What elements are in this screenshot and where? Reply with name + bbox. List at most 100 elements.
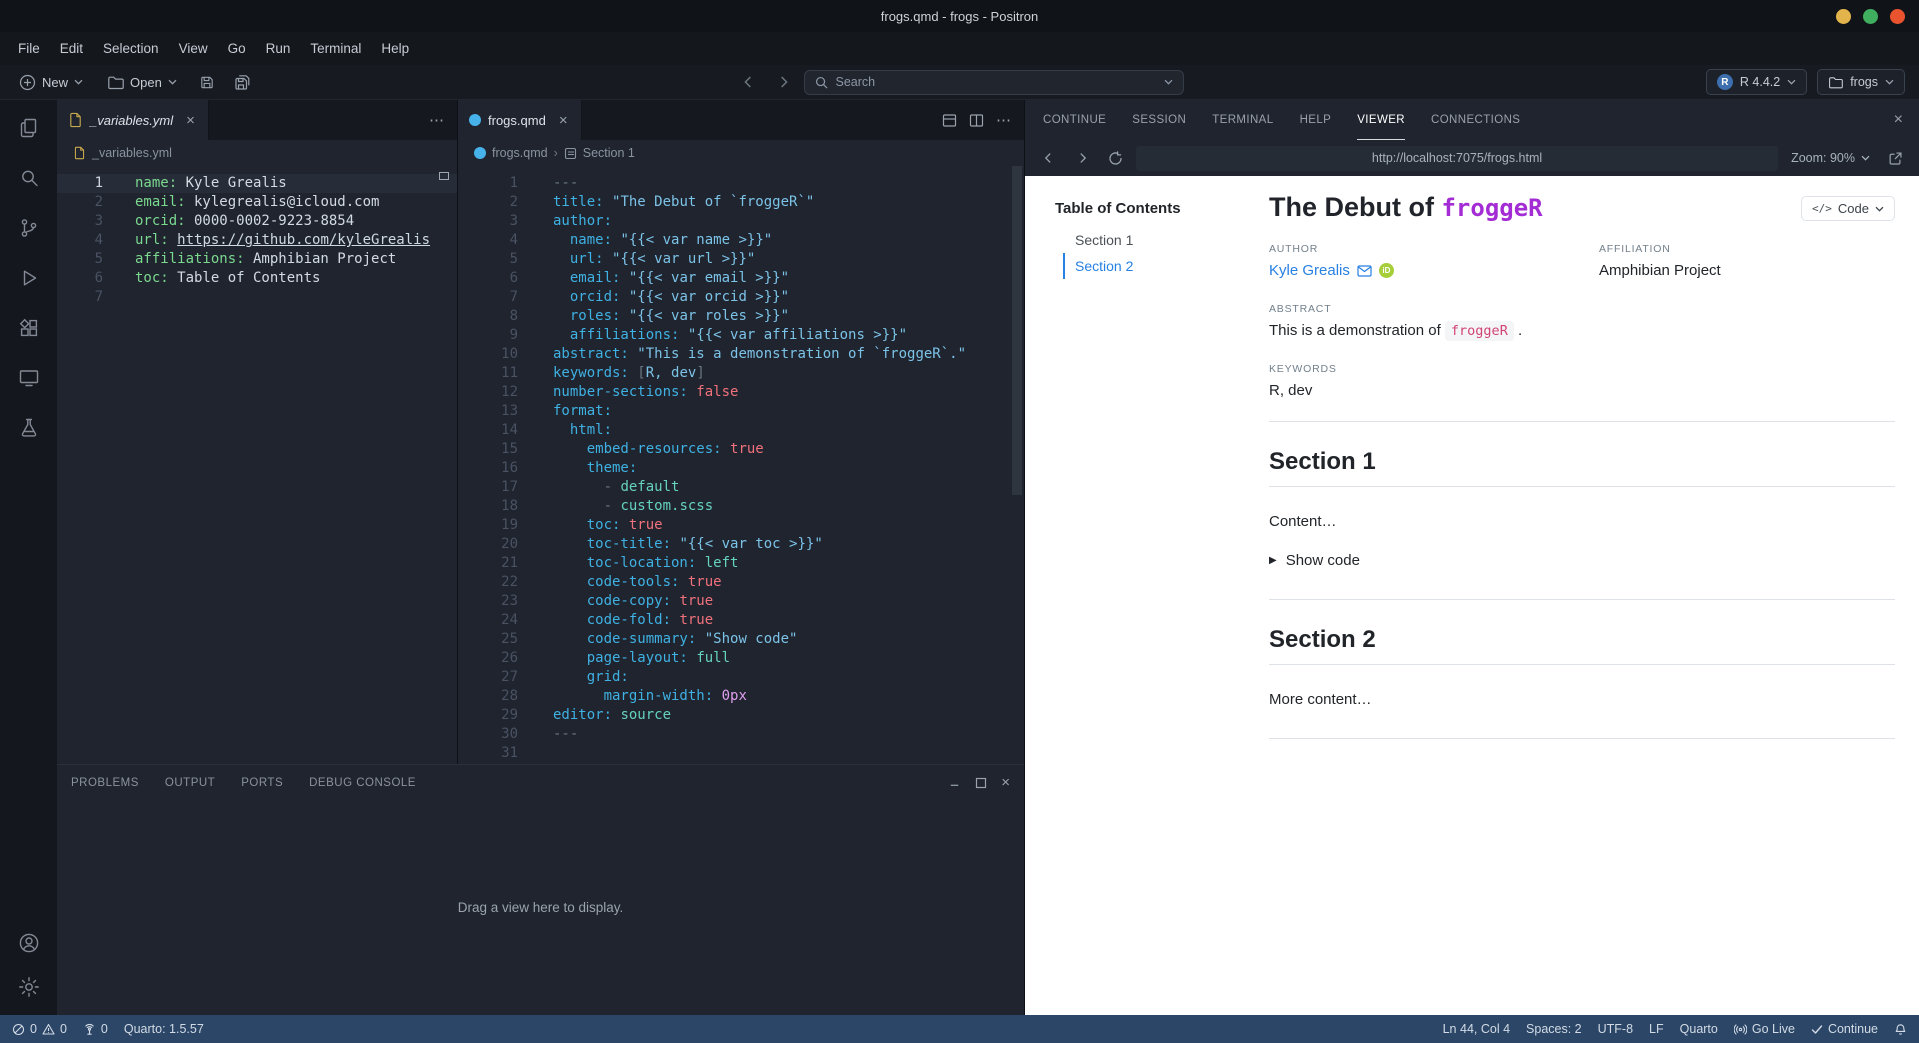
- more-actions-icon[interactable]: ⋯: [996, 111, 1012, 129]
- code-line[interactable]: 7: [57, 288, 457, 307]
- save-all-button[interactable]: [230, 69, 256, 95]
- notifications-bell-icon[interactable]: [1894, 1023, 1907, 1036]
- go-live-button[interactable]: Go Live: [1733, 1022, 1795, 1036]
- open-button[interactable]: Open: [100, 70, 184, 95]
- code-line[interactable]: 2 title: "The Debut of `froggeR`": [458, 193, 1024, 212]
- panel-minimize-icon[interactable]: [948, 776, 961, 789]
- panel-maximize-icon[interactable]: [975, 777, 987, 789]
- breadcrumb-file[interactable]: _variables.yml: [92, 146, 172, 160]
- code-line[interactable]: 3 orcid: 0000-0002-9223-8854: [57, 212, 457, 231]
- code-line[interactable]: 16 theme:: [458, 459, 1024, 478]
- yml-editor[interactable]: 1 name: Kyle Grealis 2 email: kylegrealis@i…: [57, 166, 457, 764]
- panel-tab-ports[interactable]: PORTS: [241, 777, 283, 789]
- code-line[interactable]: 28 margin-width: 0px: [458, 687, 1024, 706]
- code-line[interactable]: 4 url: https://github.com/kyleGrealis: [57, 231, 457, 250]
- code-line[interactable]: 19 toc: true: [458, 516, 1024, 535]
- code-line[interactable]: 4 name: "{{< var name >}}": [458, 231, 1024, 250]
- source-control-icon[interactable]: [15, 216, 43, 240]
- code-line[interactable]: 2 email: kylegrealis@icloud.com: [57, 193, 457, 212]
- editor-layout-icon[interactable]: [942, 113, 957, 128]
- zoom-selector[interactable]: Zoom: 90%: [1787, 151, 1874, 165]
- problems-indicator[interactable]: 0 0: [12, 1022, 67, 1036]
- eol-selector[interactable]: LF: [1649, 1022, 1664, 1036]
- tab-terminal[interactable]: TERMINAL: [1212, 100, 1273, 140]
- code-line[interactable]: 12 number-sections: false: [458, 383, 1024, 402]
- tab-frogs-qmd[interactable]: frogs.qmd ×: [458, 100, 582, 140]
- breadcrumb-section[interactable]: Section 1: [583, 146, 635, 160]
- tab-help[interactable]: HELP: [1300, 100, 1332, 140]
- code-line[interactable]: 1 name: Kyle Grealis: [57, 174, 457, 193]
- code-line[interactable]: 10 abstract: "This is a demonstration of …: [458, 345, 1024, 364]
- breadcrumb-file[interactable]: frogs.qmd: [492, 146, 548, 160]
- viewer-back-icon[interactable]: [1037, 146, 1061, 170]
- navigate-back-button[interactable]: [736, 69, 762, 95]
- cursor-position[interactable]: Ln 44, Col 4: [1443, 1022, 1510, 1036]
- account-icon[interactable]: [15, 931, 43, 955]
- close-tab-icon[interactable]: ×: [184, 112, 197, 129]
- open-external-icon[interactable]: [1883, 146, 1907, 170]
- maximize-button[interactable]: [1863, 8, 1878, 24]
- qmd-editor[interactable]: 1 --- 2 title: "The Debut of `froggeR`" 3 aut…: [458, 166, 1024, 764]
- code-line[interactable]: 30 ---: [458, 725, 1024, 744]
- menu-view[interactable]: View: [169, 36, 218, 61]
- interpreter-selector[interactable]: R R 4.4.2: [1705, 69, 1808, 95]
- menu-help[interactable]: Help: [371, 36, 419, 61]
- code-line[interactable]: 29 editor: source: [458, 706, 1024, 725]
- language-mode[interactable]: Quarto: [1680, 1022, 1718, 1036]
- search-icon[interactable]: [15, 166, 43, 190]
- url-field[interactable]: http://localhost:7075/frogs.html: [1136, 145, 1779, 171]
- minimize-button[interactable]: [1836, 8, 1851, 24]
- indentation[interactable]: Spaces: 2: [1526, 1022, 1582, 1036]
- menu-edit[interactable]: Edit: [50, 36, 93, 61]
- menu-selection[interactable]: Selection: [93, 36, 169, 61]
- panel-tab-output[interactable]: OUTPUT: [165, 777, 215, 789]
- code-line[interactable]: 3 author:: [458, 212, 1024, 231]
- code-line[interactable]: 6 email: "{{< var email >}}": [458, 269, 1024, 288]
- panel-tab-debug-console[interactable]: DEBUG CONSOLE: [309, 777, 416, 789]
- code-line[interactable]: 31: [458, 744, 1024, 763]
- search-input[interactable]: Search: [803, 69, 1184, 95]
- extensions-icon[interactable]: [15, 316, 43, 340]
- orcid-icon[interactable]: iD: [1378, 263, 1394, 278]
- tab-connections[interactable]: CONNECTIONS: [1431, 100, 1520, 140]
- close-window-button[interactable]: [1890, 8, 1905, 24]
- navigate-forward-button[interactable]: [770, 69, 796, 95]
- code-line[interactable]: 25 code-summary: "Show code": [458, 630, 1024, 649]
- testing-icon[interactable]: [15, 416, 43, 440]
- code-line[interactable]: 8 roles: "{{< var roles >}}": [458, 307, 1024, 326]
- ports-indicator[interactable]: 0: [83, 1022, 108, 1036]
- menu-go[interactable]: Go: [218, 36, 256, 61]
- toc-item[interactable]: Section 1: [1063, 227, 1269, 253]
- viewer-forward-icon[interactable]: [1070, 146, 1094, 170]
- tab-viewer[interactable]: VIEWER: [1357, 100, 1405, 140]
- code-line[interactable]: 13 format:: [458, 402, 1024, 421]
- code-line[interactable]: 1 ---: [458, 174, 1024, 193]
- code-line[interactable]: 15 embed-resources: true: [458, 440, 1024, 459]
- panel-tab-problems[interactable]: PROBLEMS: [71, 777, 139, 789]
- code-line[interactable]: 24 code-fold: true: [458, 611, 1024, 630]
- code-line[interactable]: 14 html:: [458, 421, 1024, 440]
- code-line[interactable]: 26 page-layout: full: [458, 649, 1024, 668]
- more-actions-icon[interactable]: ⋯: [429, 111, 445, 129]
- run-and-debug-icon[interactable]: [15, 266, 43, 290]
- code-line[interactable]: 20 toc-title: "{{< var toc >}}": [458, 535, 1024, 554]
- code-line[interactable]: 5 url: "{{< var url >}}": [458, 250, 1024, 269]
- quarto-version[interactable]: Quarto: 1.5.57: [124, 1022, 204, 1036]
- author-link[interactable]: Kyle Grealis: [1269, 262, 1350, 279]
- code-line[interactable]: 9 affiliations: "{{< var affiliations >}…: [458, 326, 1024, 345]
- explorer-icon[interactable]: [15, 116, 43, 140]
- new-button[interactable]: New: [12, 70, 90, 95]
- panel-close-icon[interactable]: ×: [1001, 774, 1010, 791]
- code-line[interactable]: 7 orcid: "{{< var orcid >}}": [458, 288, 1024, 307]
- reload-icon[interactable]: [1103, 146, 1127, 170]
- code-line[interactable]: 18 - custom.scss: [458, 497, 1024, 516]
- split-editor-icon[interactable]: [969, 113, 984, 128]
- code-line[interactable]: 6 toc: Table of Contents: [57, 269, 457, 288]
- toc-item[interactable]: Section 2: [1063, 253, 1269, 279]
- tab-variables-yml[interactable]: _variables.yml ×: [57, 100, 209, 140]
- continue-button[interactable]: Continue: [1811, 1022, 1878, 1036]
- code-tools-button[interactable]: </> Code: [1801, 196, 1895, 221]
- settings-gear-icon[interactable]: [15, 975, 43, 999]
- code-line[interactable]: 17 - default: [458, 478, 1024, 497]
- scrollbar[interactable]: [1012, 166, 1022, 495]
